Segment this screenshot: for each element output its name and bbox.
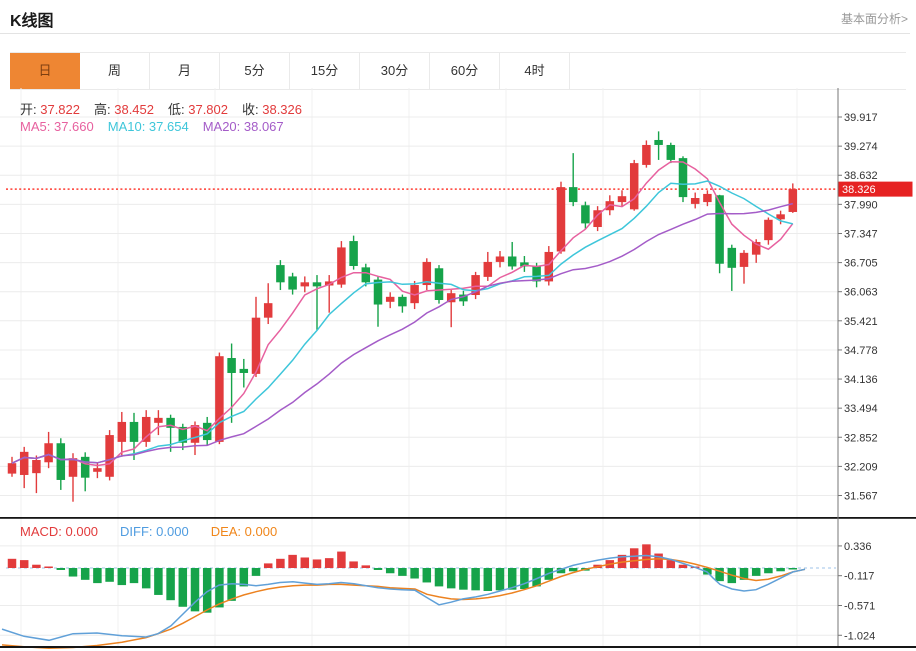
svg-text:31.567: 31.567 [844, 491, 878, 503]
ma5-line [12, 162, 793, 466]
svg-text:37.990: 37.990 [844, 199, 878, 211]
legend-ma20: MA20: 38.067 [203, 119, 284, 134]
macd-bars-layer [8, 544, 797, 612]
legend-low: 低: 37.802 [168, 99, 228, 118]
panel-separator [0, 517, 916, 519]
kline-chart[interactable]: 39.917 39.274 38.632 37.990 37.347 36.705 36.0… [0, 0, 916, 651]
macd-legend: MACD: 0.000 DIFF: 0.000 DEA: 0.000 [20, 524, 277, 539]
legend-open: 开: 37.822 [20, 99, 80, 118]
svg-text:34.778: 34.778 [844, 345, 878, 357]
svg-text:-1.024: -1.024 [844, 630, 875, 642]
legend-high: 高: 38.452 [94, 99, 154, 118]
svg-text:32.852: 32.852 [844, 432, 878, 444]
gridlines-layer [0, 88, 838, 646]
svg-text:32.209: 32.209 [844, 461, 878, 473]
legend-ma5: MA5: 37.660 [20, 119, 94, 134]
svg-text:34.136: 34.136 [844, 374, 878, 386]
svg-text:36.063: 36.063 [844, 287, 878, 299]
ma10-line [12, 181, 793, 463]
svg-text:38.326: 38.326 [842, 184, 876, 196]
macd-axis: 0.336 -0.117 -0.571 -1.024 [838, 541, 875, 642]
legend-ma10: MA10: 37.654 [108, 119, 189, 134]
ohlc-legend: 开: 37.822 高: 38.452 低: 37.802 收: 38.326 [20, 99, 302, 118]
svg-text:-0.571: -0.571 [844, 601, 875, 613]
legend-dea: DEA: 0.000 [211, 524, 278, 539]
legend-close: 收: 38.326 [242, 99, 302, 118]
svg-text:37.347: 37.347 [844, 228, 878, 240]
svg-text:-0.117: -0.117 [844, 571, 874, 583]
svg-text:0.336: 0.336 [844, 541, 872, 553]
current-price-badge: 38.326 [839, 182, 913, 197]
ma-legend: MA5: 37.660 MA10: 37.654 MA20: 38.067 [20, 119, 284, 134]
legend-macd: MACD: 0.000 [20, 524, 98, 539]
ma20-line [12, 204, 793, 464]
kline-page: K线图 基本面分析> 日周月5分15分30分60分4时 39.91739.274… [0, 0, 916, 651]
price-axis: 39.917 39.274 38.632 37.990 37.347 36.705 36.0… [838, 88, 878, 646]
svg-text:35.421: 35.421 [844, 316, 878, 328]
candles-layer [8, 131, 797, 501]
svg-text:36.705: 36.705 [844, 258, 878, 270]
svg-text:39.917: 39.917 [844, 112, 878, 124]
legend-diff: DIFF: 0.000 [120, 524, 189, 539]
svg-text:33.494: 33.494 [844, 403, 878, 415]
svg-text:39.274: 39.274 [844, 141, 878, 153]
bottom-separator [0, 646, 916, 648]
svg-text:38.632: 38.632 [844, 170, 878, 182]
